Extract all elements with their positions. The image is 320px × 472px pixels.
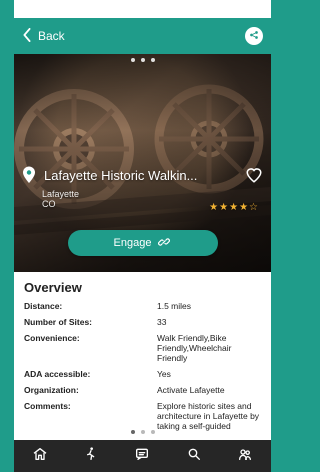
overview-label: ADA accessible: xyxy=(24,369,91,379)
carousel-dots xyxy=(14,58,271,62)
overview-title: Overview xyxy=(24,280,82,295)
top-nav: Back xyxy=(14,18,271,54)
tab-people[interactable] xyxy=(233,444,257,468)
overview-label: Convenience: xyxy=(24,333,80,343)
overview-row-distance: Distance: 1.5 miles xyxy=(24,301,261,311)
engage-label: Engage xyxy=(113,237,152,249)
search-icon xyxy=(186,446,202,467)
page-dot-active xyxy=(130,430,135,434)
rating-stars: ★★★★☆ xyxy=(209,202,259,213)
battery-percent: 83% xyxy=(226,4,243,14)
overview-label: Comments: xyxy=(24,401,71,411)
overview-row-ada: ADA accessible: Yes xyxy=(24,369,261,379)
share-button[interactable] xyxy=(245,27,263,45)
carrier-text: ••ooo Verizon LTE xyxy=(20,4,85,14)
overview-row-organization: Organization: Activate Lafayette xyxy=(24,385,261,395)
overview-label: Number of Sites: xyxy=(24,317,93,327)
status-bar: ••ooo Verizon LTE 9:00 AM ✱ 83% xyxy=(14,0,271,18)
carousel-dot xyxy=(140,58,145,62)
location-pin-icon xyxy=(22,166,36,184)
battery-status: ✱ 83% xyxy=(216,5,265,14)
tab-home[interactable] xyxy=(28,444,52,468)
place-location: Lafayette CO xyxy=(42,189,80,209)
chat-icon xyxy=(134,446,150,467)
overview-value: 1.5 miles xyxy=(157,301,192,311)
overview-row-convenience: Convenience: Walk Friendly,Bike Friendly… xyxy=(24,333,261,363)
back-label: Back xyxy=(38,29,65,43)
overview-row-comments: Comments: Explore historic sites and arc… xyxy=(24,401,261,431)
carrier-signal: ••ooo Verizon LTE xyxy=(20,5,84,14)
hero-title-row: Lafayette Historic Walkin... xyxy=(22,166,263,184)
page-dot xyxy=(140,430,145,434)
overview-row-sites: Number of Sites: 33 xyxy=(24,317,261,327)
bottom-tab-bar xyxy=(14,440,271,472)
place-title: Lafayette Historic Walkin... xyxy=(44,167,198,183)
chevron-left-icon xyxy=(22,27,32,45)
overview-value: Explore historic sites and architecture … xyxy=(157,401,260,431)
tab-search[interactable] xyxy=(182,444,206,468)
carousel-dot xyxy=(150,58,155,62)
home-icon xyxy=(32,446,48,467)
back-button[interactable]: Back xyxy=(22,27,65,45)
overview-label: Organization: xyxy=(24,385,79,395)
phone-screen: ••ooo Verizon LTE 9:00 AM ✱ 83% Back Laf… xyxy=(14,0,271,472)
overview-value: 33 xyxy=(157,317,167,327)
heart-outline-icon[interactable] xyxy=(245,166,263,184)
tab-activity[interactable] xyxy=(79,444,103,468)
overview-value: Yes xyxy=(157,369,171,379)
engage-button[interactable]: Engage xyxy=(67,230,218,256)
overview-label: Distance: xyxy=(24,301,63,311)
battery-icon xyxy=(247,5,265,13)
overview-value: Activate Lafayette xyxy=(157,385,225,395)
bluetooth-icon: ✱ xyxy=(216,4,223,14)
walking-person-icon xyxy=(83,446,99,467)
carousel-dot xyxy=(130,58,135,62)
share-icon xyxy=(249,27,259,45)
page-indicator xyxy=(14,430,271,434)
link-icon xyxy=(157,235,171,252)
hero-image: Lafayette Historic Walkin... Lafayette C… xyxy=(14,54,271,272)
tab-messages[interactable] xyxy=(130,444,154,468)
people-icon xyxy=(237,446,253,467)
overview-section: Overview Distance: 1.5 miles Number of S… xyxy=(14,272,271,432)
overview-value: Walk Friendly,Bike Friendly,Wheelchair F… xyxy=(157,333,232,363)
page-dot xyxy=(150,430,155,434)
